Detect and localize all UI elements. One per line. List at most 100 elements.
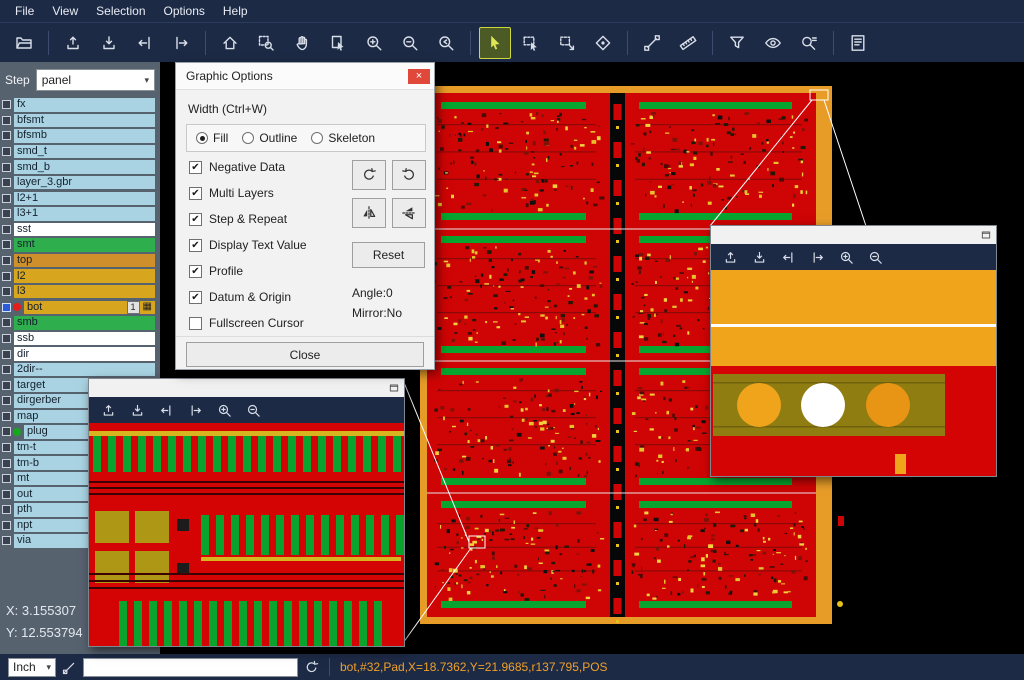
pan-button[interactable]	[286, 27, 318, 59]
checkbox-display-text-value[interactable]: ✔Display Text Value	[189, 232, 307, 258]
layer-visibility-checkbox[interactable]	[2, 443, 11, 452]
checkbox-step-repeat[interactable]: ✔Step & Repeat	[189, 206, 307, 232]
checkbox-negative-data[interactable]: ✔Negative Data	[189, 154, 307, 180]
layer-row-sst[interactable]: sst	[0, 222, 160, 238]
window-icon[interactable]	[980, 229, 992, 241]
menu-options[interactable]: Options	[155, 2, 214, 20]
send-up-button[interactable]	[57, 27, 89, 59]
layer-row-dir[interactable]: dir	[0, 346, 160, 362]
zoom-in-button[interactable]	[834, 245, 858, 269]
layer-row-smd-b[interactable]: smd_b	[0, 159, 160, 175]
radio-outline[interactable]: Outline	[242, 131, 297, 145]
send-right-button[interactable]	[805, 245, 829, 269]
unit-select[interactable]: Inch ▾	[8, 658, 56, 677]
pointer-button[interactable]	[479, 27, 511, 59]
rotate-ccw-button[interactable]	[392, 160, 426, 190]
layer-visibility-checkbox[interactable]	[2, 474, 11, 483]
close-icon[interactable]: ×	[408, 69, 430, 84]
send-left-button[interactable]	[776, 245, 800, 269]
ruler-button[interactable]	[672, 27, 704, 59]
layer-visibility-checkbox[interactable]	[2, 209, 11, 218]
layer-visibility-checkbox[interactable]	[2, 381, 11, 390]
layer-row-smd-t[interactable]: smd_t	[0, 144, 160, 160]
checkbox-datum-origin[interactable]: ✔Datum & Origin	[189, 284, 307, 310]
layer-visibility-checkbox[interactable]	[2, 163, 11, 172]
layer-row-fx[interactable]: fx	[0, 97, 160, 113]
dialog-title-bar[interactable]: Graphic Options ×	[176, 63, 434, 90]
layer-row-smb[interactable]: smb	[0, 315, 160, 331]
layer-row-bfsmb[interactable]: bfsmb	[0, 128, 160, 144]
eye-button[interactable]	[757, 27, 789, 59]
window-icon[interactable]	[388, 382, 400, 394]
layer-visibility-checkbox[interactable]	[2, 100, 11, 109]
layer-row-l3[interactable]: l3	[0, 284, 160, 300]
menu-file[interactable]: File	[6, 2, 43, 20]
checkbox-multi-layers[interactable]: ✔Multi Layers	[189, 180, 307, 206]
zoom-out-button[interactable]	[394, 27, 426, 59]
report-button[interactable]	[842, 27, 874, 59]
layer-row-2dir[interactable]: 2dir--	[0, 362, 160, 378]
layer-visibility-checkbox[interactable]	[2, 256, 11, 265]
layer-row-bot[interactable]: bot1▦	[0, 300, 160, 316]
layer-visibility-checkbox[interactable]	[2, 427, 11, 436]
checkbox-fullscreen-cursor[interactable]: Fullscreen Cursor	[189, 310, 307, 336]
left-mag-view[interactable]	[89, 423, 404, 646]
menu-help[interactable]: Help	[214, 2, 257, 20]
layer-row-smt[interactable]: smt	[0, 237, 160, 253]
zoom-window-right[interactable]	[710, 225, 997, 477]
window-title-bar[interactable]	[711, 226, 996, 244]
filter-button[interactable]	[721, 27, 753, 59]
send-down-button[interactable]	[747, 245, 771, 269]
measure-button[interactable]	[636, 27, 668, 59]
layer-visibility-checkbox[interactable]	[2, 459, 11, 468]
graphic-options-dialog[interactable]: Graphic Options × Width (Ctrl+W) FillOut…	[175, 62, 435, 370]
layer-visibility-checkbox[interactable]	[2, 536, 11, 545]
layer-row-top[interactable]: top	[0, 253, 160, 269]
home-button[interactable]	[214, 27, 246, 59]
layer-visibility-checkbox[interactable]	[2, 178, 11, 187]
close-button[interactable]: Close	[186, 342, 424, 367]
layer-visibility-checkbox[interactable]	[2, 194, 11, 203]
open-button[interactable]	[8, 27, 40, 59]
send-right-button[interactable]	[165, 27, 197, 59]
radio-fill[interactable]: Fill	[196, 131, 228, 145]
send-right-button[interactable]	[183, 398, 207, 422]
step-select[interactable]: panel ▾	[36, 69, 155, 91]
zoom-out-button[interactable]	[863, 245, 887, 269]
draw-icon[interactable]	[62, 660, 77, 675]
send-up-button[interactable]	[718, 245, 742, 269]
layer-visibility-checkbox[interactable]	[2, 131, 11, 140]
zoom-prev-button[interactable]	[430, 27, 462, 59]
layer-visibility-checkbox[interactable]	[2, 225, 11, 234]
layer-visibility-checkbox[interactable]	[2, 521, 11, 530]
flip-v-button[interactable]	[392, 198, 426, 228]
command-input[interactable]	[83, 658, 298, 677]
layer-visibility-checkbox[interactable]	[2, 396, 11, 405]
layer-row-ssb[interactable]: ssb	[0, 331, 160, 347]
layer-visibility-checkbox[interactable]	[2, 505, 11, 514]
layer-visibility-checkbox[interactable]	[2, 147, 11, 156]
right-mag-view[interactable]	[711, 270, 996, 476]
zoom-window-left[interactable]	[88, 378, 405, 647]
layer-visibility-checkbox[interactable]	[2, 334, 11, 343]
find-button[interactable]	[793, 27, 825, 59]
layer-visibility-checkbox[interactable]	[2, 350, 11, 359]
layer-visibility-checkbox[interactable]	[2, 412, 11, 421]
zoom-in-button[interactable]	[212, 398, 236, 422]
menu-view[interactable]: View	[43, 2, 87, 20]
checkbox-profile[interactable]: ✔Profile	[189, 258, 307, 284]
refresh-icon[interactable]	[304, 660, 319, 675]
layer-row-l2[interactable]: l2	[0, 268, 160, 284]
send-left-button[interactable]	[129, 27, 161, 59]
layer-visibility-checkbox[interactable]	[2, 303, 11, 312]
layer-row-layer-3-gbr[interactable]: layer_3.gbr	[0, 175, 160, 191]
menu-selection[interactable]: Selection	[87, 2, 154, 20]
send-down-button[interactable]	[125, 398, 149, 422]
layer-visibility-checkbox[interactable]	[2, 318, 11, 327]
layer-row-bfsmt[interactable]: bfsmt	[0, 113, 160, 129]
layer-row-l2-1[interactable]: l2+1	[0, 190, 160, 206]
layer-visibility-checkbox[interactable]	[2, 116, 11, 125]
select-transform-button[interactable]	[551, 27, 583, 59]
layer-visibility-checkbox[interactable]	[2, 287, 11, 296]
zoom-select-button[interactable]	[250, 27, 282, 59]
